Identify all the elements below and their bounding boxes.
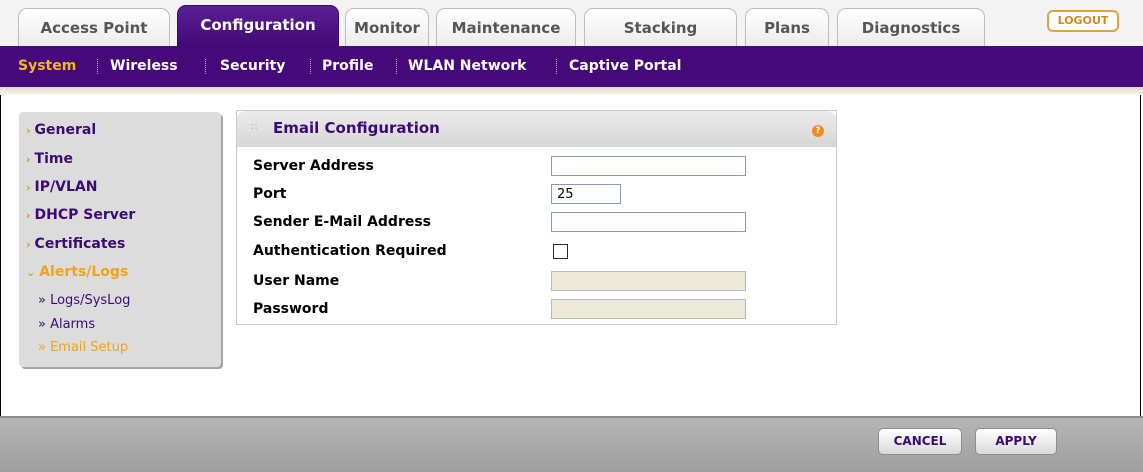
submenu-captive-portal[interactable]: Captive Portal [569, 46, 681, 87]
grip-icon: ∷ [251, 122, 258, 133]
sidebar-subitem-email-setup[interactable]: » Email Setup [38, 340, 128, 355]
tab-configuration[interactable]: Configuration [177, 5, 339, 46]
server-address-input[interactable] [551, 156, 746, 176]
chevron-right-icon: › [26, 209, 31, 222]
sidebar-item-label: General [34, 122, 97, 138]
sender-email-input[interactable] [551, 212, 746, 232]
chevron-down-icon: ⌄ [26, 266, 36, 279]
submenu-divider [396, 59, 397, 74]
port-label: Port [253, 186, 287, 202]
chevron-right-icon: › [26, 238, 31, 251]
submenu-divider [556, 59, 557, 74]
sidebar-item-label: DHCP Server [34, 207, 136, 223]
auth-required-label: Authentication Required [253, 243, 447, 259]
sidebar-item-ip-vlan[interactable]: › IP/VLAN [26, 179, 97, 195]
auth-required-checkbox[interactable] [553, 244, 568, 259]
user-name-label: User Name [253, 273, 340, 289]
panel-header: ∷ Email Configuration ? [237, 111, 836, 147]
sidebar-item-alerts-logs[interactable]: ⌄ Alerts/Logs [26, 264, 128, 280]
chevron-right-icon: › [26, 153, 31, 166]
sidebar-subitem-logs-syslog[interactable]: » Logs/SysLog [38, 293, 130, 308]
user-name-input [551, 271, 746, 291]
submenu-wlan-network[interactable]: WLAN Network [408, 46, 526, 87]
sidebar-item-dhcp-server[interactable]: › DHCP Server [26, 207, 135, 223]
footer-bar [0, 416, 1143, 472]
port-input[interactable] [551, 184, 621, 204]
submenu-divider [97, 59, 98, 74]
server-address-label: Server Address [253, 158, 374, 174]
tab-plans[interactable]: Plans [745, 8, 829, 46]
sidebar-item-certificates[interactable]: › Certificates [26, 236, 125, 252]
chevron-right-icon: › [26, 181, 31, 194]
tab-diagnostics[interactable]: Diagnostics [837, 8, 985, 46]
tab-access-point[interactable]: Access Point [18, 8, 170, 46]
panel-title: Email Configuration [273, 119, 440, 137]
password-label: Password [253, 301, 329, 317]
tab-monitor[interactable]: Monitor [345, 8, 429, 46]
header-stripe [0, 87, 1143, 95]
help-icon[interactable]: ? [812, 125, 824, 137]
password-input [551, 299, 746, 319]
chevron-right-icon: › [26, 124, 31, 137]
submenu-bar: System Wireless Security Profile WLAN Ne… [0, 46, 1143, 87]
submenu-system[interactable]: System [18, 46, 76, 87]
apply-button[interactable]: APPLY [975, 428, 1057, 455]
tab-stacking[interactable]: Stacking [584, 8, 737, 46]
sidebar-subitem-alarms[interactable]: » Alarms [38, 317, 95, 332]
submenu-divider [205, 59, 206, 74]
sidebar-item-label: Time [34, 151, 73, 167]
sidebar-item-general[interactable]: › General [26, 122, 96, 138]
sidebar-item-label: Alerts/Logs [39, 264, 129, 280]
cancel-button[interactable]: CANCEL [878, 428, 962, 455]
submenu-security[interactable]: Security [220, 46, 285, 87]
sender-email-label: Sender E-Mail Address [253, 214, 432, 230]
submenu-wireless[interactable]: Wireless [110, 46, 178, 87]
sidebar-item-label: Certificates [34, 236, 126, 252]
submenu-divider [310, 59, 311, 74]
tab-maintenance[interactable]: Maintenance [436, 8, 576, 46]
sidebar-item-label: IP/VLAN [34, 179, 98, 195]
main-tab-bar: Access Point Configuration Monitor Maint… [0, 0, 1143, 46]
submenu-profile[interactable]: Profile [322, 46, 373, 87]
logout-button[interactable]: LOGOUT [1047, 10, 1119, 32]
sidebar-item-time[interactable]: › Time [26, 151, 73, 167]
